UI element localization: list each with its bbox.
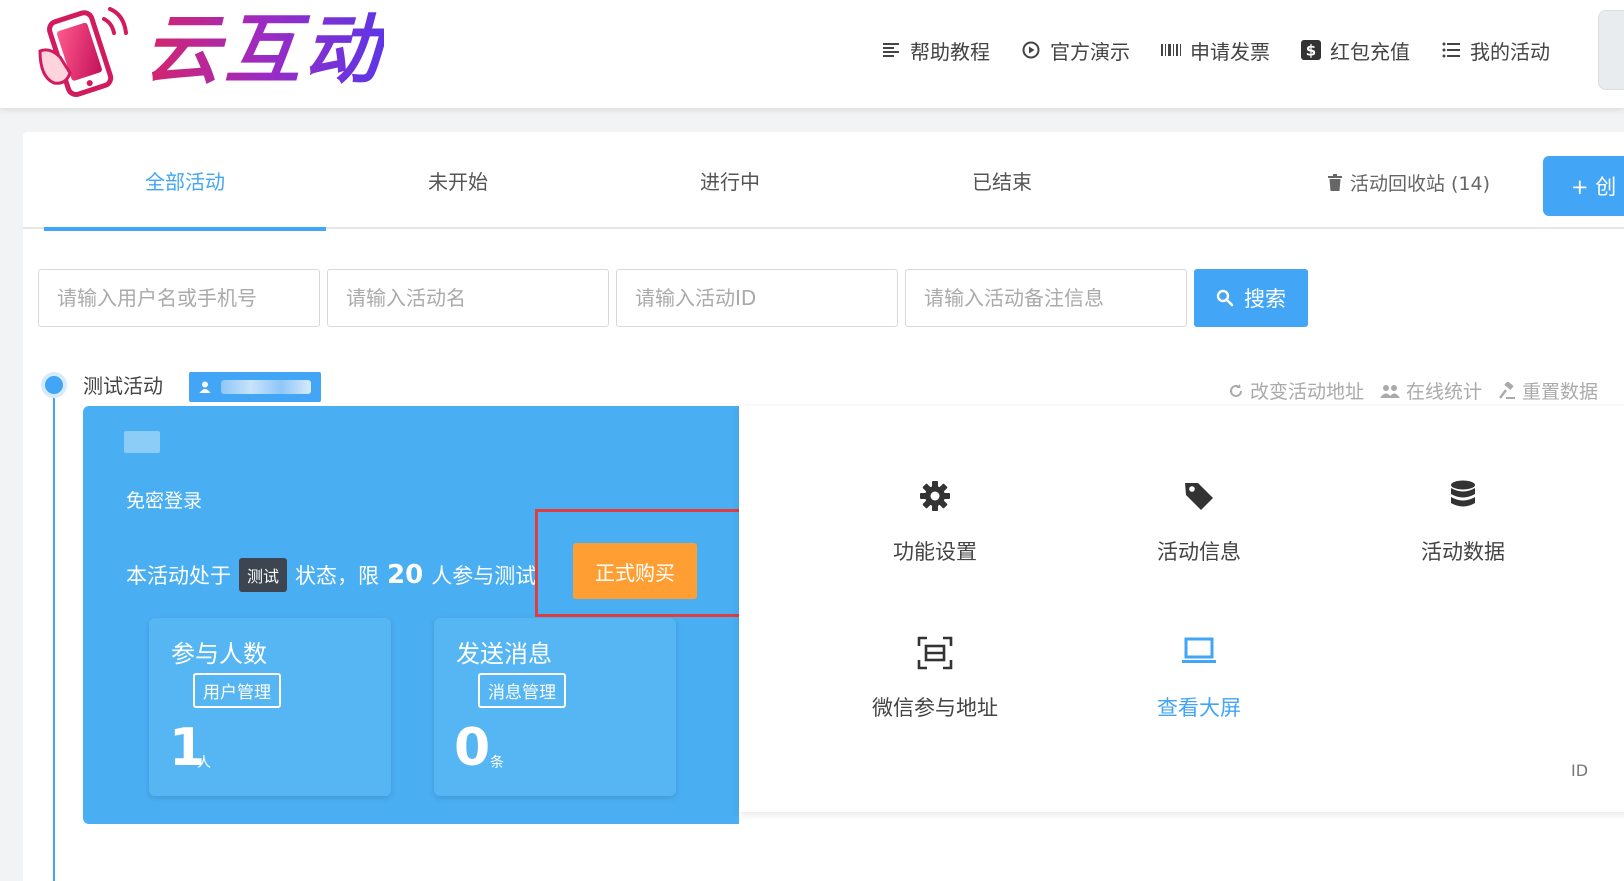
gavel-icon [1498, 381, 1516, 400]
svg-text:$: $ [1306, 42, 1316, 60]
user-management-button[interactable]: 用户管理 [193, 673, 281, 708]
gear-icon [845, 480, 1025, 516]
function-settings[interactable]: 功能设置 [845, 480, 1025, 566]
top-nav: 帮助教程 官方演示 申请发票 $ 红包充值 我的活动 [880, 30, 1580, 70]
list-icon [1440, 39, 1462, 61]
action-label: 改变活动地址 [1250, 381, 1365, 403]
participants-stat-card: 参与人数 用户管理 1 人 [149, 618, 391, 796]
tag-icon [1109, 480, 1289, 516]
activity-id-label: ID [1571, 761, 1589, 780]
activity-functions-card: 功能设置 活动信息 活动数据 微信参与地址 查看大屏 ID [739, 406, 1624, 812]
stat-unit: 条 [490, 755, 504, 771]
passwordless-login-label[interactable]: 免密登录 [126, 486, 202, 513]
users-icon [1380, 384, 1401, 398]
status-mid: 状态，限 [295, 564, 380, 588]
barcode-icon [1160, 39, 1182, 61]
document-list-icon [880, 39, 902, 61]
nav-demo[interactable]: 官方演示 [1020, 30, 1130, 70]
scan-frame-icon [845, 636, 1025, 672]
view-big-screen[interactable]: 查看大屏 [1109, 636, 1289, 722]
blurred-thumbnail [124, 431, 160, 453]
activity-actions: 改变活动地址 在线统计 重置数据 [1228, 377, 1614, 404]
function-label: 功能设置 [893, 540, 977, 564]
laptop-icon [1109, 636, 1289, 672]
nav-invoice[interactable]: 申请发票 [1160, 30, 1270, 70]
test-status-line: 本活动处于 测试 状态，限 20 人参与测试 [126, 558, 536, 592]
function-label: 查看大屏 [1157, 696, 1241, 720]
logo-text: 云互动 [144, 0, 384, 100]
search-button-label: 搜索 [1244, 287, 1286, 311]
refresh-icon [1228, 383, 1244, 399]
function-label: 活动信息 [1157, 540, 1241, 564]
nav-label: 官方演示 [1050, 39, 1130, 64]
timeline-dot [41, 372, 67, 398]
owner-tag [189, 372, 321, 402]
logo[interactable]: 云互动 [34, 0, 384, 100]
activity-note-input[interactable] [905, 269, 1187, 327]
nav-my-activities[interactable]: 我的活动 [1440, 30, 1550, 70]
nav-recharge[interactable]: $ 红包充值 [1300, 30, 1410, 70]
activity-title[interactable]: 测试活动 [83, 372, 163, 400]
search-button[interactable]: 搜索 [1194, 269, 1308, 327]
tab-ended[interactable]: 已结束 [861, 132, 1143, 229]
main-panel: 全部活动 未开始 进行中 已结束 活动回收站 (14) + 创 搜索 测试活动 [23, 132, 1624, 881]
nav-label: 帮助教程 [910, 39, 990, 64]
top-header: 云互动 帮助教程 官方演示 申请发票 $ 红包充值 我的活动 [0, 0, 1624, 108]
phone-logo-icon [34, 1, 130, 99]
nav-label: 申请发票 [1190, 39, 1270, 64]
status-badge: 测试 [239, 558, 288, 592]
avatar[interactable] [1598, 10, 1624, 90]
reset-data-action[interactable]: 重置数据 [1498, 377, 1598, 404]
stat-label: 发送消息 [456, 640, 552, 668]
blurred-username [221, 380, 311, 394]
status-suffix: 人参与测试 [431, 564, 537, 588]
change-address-action[interactable]: 改变活动地址 [1228, 377, 1364, 404]
create-activity-button[interactable]: + 创 [1543, 156, 1624, 216]
stat-value: 0 [454, 718, 491, 778]
status-tabs: 全部活动 未开始 进行中 已结束 活动回收站 (14) + 创 [23, 132, 1624, 231]
online-stats-action[interactable]: 在线统计 [1380, 377, 1482, 404]
activity-status-card: 免密登录 本活动处于 测试 状态，限 20 人参与测试 正式购买 参与人数 用户… [83, 406, 747, 824]
stat-label: 参与人数 [171, 640, 267, 668]
function-label: 微信参与地址 [872, 696, 998, 720]
messages-stat-card: 发送消息 消息管理 0 条 [434, 618, 676, 796]
activity-id-input[interactable] [616, 269, 898, 327]
activity-data[interactable]: 活动数据 [1373, 480, 1553, 566]
trash-icon [1328, 173, 1342, 191]
status-prefix: 本活动处于 [126, 564, 231, 588]
recycle-bin-link[interactable]: 活动回收站 (14) [1328, 162, 1490, 202]
activity-name-input[interactable] [327, 269, 609, 327]
play-circle-icon [1020, 39, 1042, 61]
nav-help[interactable]: 帮助教程 [880, 30, 990, 70]
username-phone-input[interactable] [38, 269, 320, 327]
activity-info[interactable]: 活动信息 [1109, 480, 1289, 566]
user-icon [199, 378, 211, 397]
nav-label: 我的活动 [1470, 39, 1550, 64]
database-icon [1373, 480, 1553, 516]
tab-in-progress[interactable]: 进行中 [589, 132, 871, 229]
tab-not-started[interactable]: 未开始 [317, 132, 599, 229]
nav-label: 红包充值 [1330, 39, 1410, 64]
function-label: 活动数据 [1421, 540, 1505, 564]
wechat-join-address[interactable]: 微信参与地址 [845, 636, 1025, 722]
search-icon [1216, 289, 1234, 307]
dollar-icon: $ [1300, 39, 1322, 61]
search-bar: 搜索 [38, 269, 1308, 327]
purchase-button[interactable]: 正式购买 [573, 543, 697, 599]
tab-all[interactable]: 全部活动 [44, 132, 326, 231]
action-label: 在线统计 [1406, 381, 1483, 403]
participant-limit: 20 [387, 560, 424, 590]
action-label: 重置数据 [1522, 381, 1599, 403]
message-management-button[interactable]: 消息管理 [478, 673, 566, 708]
stat-unit: 人 [197, 755, 211, 771]
recycle-label: 活动回收站 (14) [1350, 172, 1491, 195]
timeline-line [53, 397, 55, 881]
